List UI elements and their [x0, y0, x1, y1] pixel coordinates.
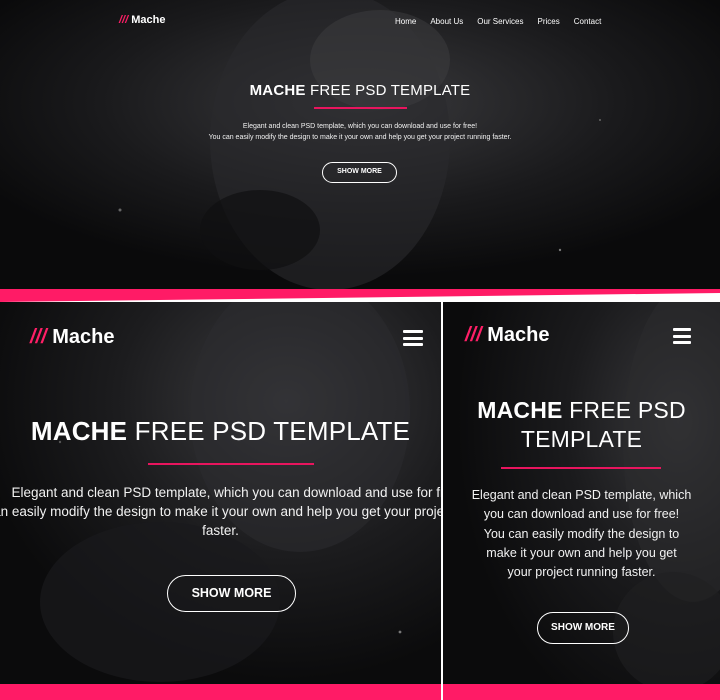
brand-logo[interactable]: /// Mache [119, 14, 165, 26]
mobile-brand-logo[interactable]: /// Mache [465, 324, 549, 347]
mobile-hero-title-rest: FREE PSD [569, 397, 686, 423]
tablet-desc-line-3: faster. [202, 523, 239, 538]
hamburger-menu-icon[interactable] [403, 330, 423, 346]
nav-item-home[interactable]: Home [395, 17, 416, 26]
mobile-desc-line-1: Elegant and clean PSD template, which [471, 488, 692, 502]
mobile-hero-description: Elegant and clean PSD template, which yo… [443, 486, 720, 582]
tablet-hero-title-rest: FREE PSD TEMPLATE [134, 416, 411, 446]
mobile-hero-title-line2: TEMPLATE [520, 426, 643, 452]
tablet-hero-title: MACHE FREE PSD TEMPLATE [0, 416, 441, 447]
tablet-logo-slashes: /// [30, 326, 47, 348]
nav-item-prices[interactable]: Prices [537, 17, 559, 26]
tablet-hero-description: Elegant and clean PSD template, which yo… [0, 483, 441, 540]
mobile-hero-title: MACHE FREE PSD TEMPLATE [443, 396, 720, 454]
tablet-logo-name: Mache [52, 326, 115, 348]
nav-item-services[interactable]: Our Services [477, 17, 523, 26]
mobile-logo-name: Mache [487, 324, 550, 346]
hero-desc-line-2: You can easily modify the design to make… [208, 133, 512, 141]
desktop-accent-stripe [0, 290, 720, 302]
hero-title: MACHE FREE PSD TEMPLATE [0, 82, 720, 99]
mobile-show-more-button[interactable]: SHOW MORE [537, 612, 629, 644]
hero-desc-line-1: Elegant and clean PSD template, which yo… [242, 123, 478, 130]
mobile-desc-line-3: You can easily modify the design to [483, 526, 680, 541]
hero-description: Elegant and clean PSD template, which yo… [0, 122, 720, 143]
mobile-hero-title-bold: MACHE [477, 397, 563, 423]
tablet-desc-line-1: Elegant and clean PSD template, which yo… [11, 485, 441, 500]
hero-title-rest: FREE PSD TEMPLATE [309, 82, 471, 99]
main-nav: Home About Us Our Services Prices Contac… [395, 17, 601, 26]
mobile-desc-line-4: make it your own and help you get [486, 545, 677, 560]
tablet-show-more-button[interactable]: SHOW MORE [167, 575, 296, 612]
mobile-preview: /// Mache MACHE FREE PSD TEMPLATE Elegan… [443, 302, 720, 700]
mobile-logo-slashes: /// [465, 324, 482, 346]
mobile-bottom-accent [443, 684, 720, 700]
logo-slashes: /// [119, 14, 129, 26]
mobile-hero-title-underline [501, 467, 661, 469]
tablet-bottom-accent [0, 684, 441, 700]
mobile-hamburger-menu-icon[interactable] [673, 328, 691, 344]
show-more-button[interactable]: SHOW MORE [322, 162, 397, 183]
mobile-desc-line-2: you can download and use for free! [483, 507, 680, 522]
nav-item-contact[interactable]: Contact [574, 17, 602, 26]
mobile-desc-line-5: your project running faster. [507, 565, 656, 580]
desktop-preview: /// Mache Home About Us Our Services Pri… [0, 0, 720, 292]
hero-title-underline [314, 107, 407, 109]
tablet-hero-title-underline [148, 463, 314, 465]
tablet-preview: /// Mache MACHE FREE PSD TEMPLATE Elegan… [0, 302, 441, 700]
logo-name: Mache [131, 14, 166, 26]
nav-item-about[interactable]: About Us [430, 17, 463, 26]
tablet-hero-title-bold: MACHE [30, 416, 128, 446]
tablet-brand-logo[interactable]: /// Mache [30, 326, 114, 349]
hero-title-bold: MACHE [249, 82, 306, 99]
tablet-desc-line-2: can easily modify the design to make it … [0, 504, 441, 519]
hero-background-image [0, 0, 720, 292]
